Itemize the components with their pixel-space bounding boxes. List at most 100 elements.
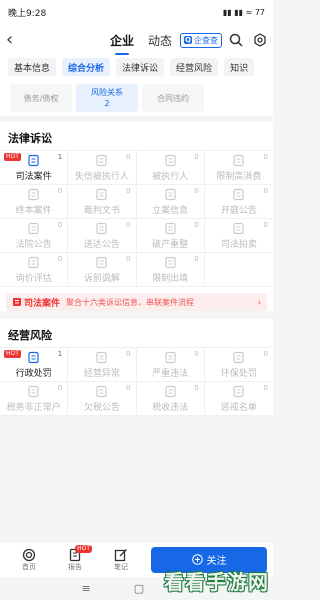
cell-label: 立案信息: [152, 205, 189, 216]
category-icon: [165, 385, 176, 397]
category-icon: [233, 154, 244, 166]
cell-count: 1: [57, 153, 63, 161]
grid-cell[interactable]: 0 失信被执行人: [68, 151, 137, 185]
pencil-icon: [114, 548, 127, 561]
grid-cell[interactable]: 0 限制高消费: [204, 151, 273, 185]
cell-count: 0: [126, 384, 131, 392]
grid-cell[interactable]: 0 开庭公告: [204, 185, 273, 219]
tab-comprehensive[interactable]: 综合分析: [62, 58, 111, 76]
qcc-logo[interactable]: Q 企查查: [180, 32, 222, 48]
category-icon: [96, 222, 107, 234]
legal-grid: HOT 1 司法案件 0 失信被执行人 0 被执行人 0 限制高消费 0 终本案件 0 裁判文书 0 立案信…: [0, 150, 273, 287]
menu-nav-icon[interactable]: ≡: [81, 582, 90, 595]
cell-label: 惩戒名单: [220, 402, 257, 413]
grid-cell[interactable]: 0 询价评估: [0, 253, 69, 287]
tab-dynamics[interactable]: 动态: [148, 32, 172, 49]
category-icon: [233, 188, 244, 200]
search-icon[interactable]: [229, 33, 243, 47]
cell-label: 行政处罚: [15, 368, 52, 379]
grid-cell[interactable]: 0 立案信息: [136, 185, 205, 219]
cell-label: 送达公告: [83, 239, 120, 250]
grid-cell[interactable]: 0 限制出境: [136, 253, 205, 287]
category-icon: [28, 188, 39, 200]
category-icon: [165, 188, 176, 200]
cell-label: 环保处罚: [220, 368, 257, 379]
grid-cell[interactable]: 0 裁判文书: [68, 185, 137, 219]
tab-basic-info[interactable]: 基本信息: [8, 58, 57, 76]
section-title: 经营风险: [8, 329, 52, 342]
qcc-label: 企查查: [193, 35, 218, 45]
risk-grid: HOT 1 行政处罚 0 经营异常 0 严重违法 0 环保处罚 0 税务非正常户 0 欠税公告 0 税收违法…: [0, 347, 273, 416]
cell-count: 0: [126, 153, 131, 161]
cell-count: 0: [263, 187, 268, 195]
grid-cell[interactable]: 0 欠税公告: [68, 382, 137, 416]
cell-count: 0: [263, 221, 268, 229]
case-icon: [13, 298, 21, 306]
hot-badge: HOT: [75, 544, 92, 553]
section-tabs: 基本信息 综合分析 法律诉讼 经营风险 知识: [0, 56, 273, 80]
legal-banner[interactable]: 司法案件 聚合十六类诉讼信息，串联案件流程 ›: [6, 293, 267, 311]
grid-cell[interactable]: HOT 1 行政处罚: [0, 348, 69, 382]
grid-cell[interactable]: 0 税务非正常户: [0, 382, 69, 416]
bottom-home[interactable]: 首页: [6, 548, 52, 572]
bottom-report[interactable]: HOT 报告: [52, 544, 98, 572]
subtab-debt[interactable]: 债务/债权: [10, 84, 72, 112]
cell-count: 0: [194, 384, 199, 392]
tab-ip[interactable]: 知识: [224, 58, 255, 76]
tab-legal[interactable]: 法律诉讼: [116, 58, 165, 76]
cell-count: 0: [263, 153, 268, 161]
subtab-contract[interactable]: 合同违约: [142, 84, 204, 112]
banner-tag-label: 司法案件: [24, 298, 61, 309]
category-icon: [28, 385, 39, 397]
bottom-notes[interactable]: 笔记: [98, 548, 144, 572]
grid-cell[interactable]: 0 环保处罚: [204, 348, 273, 382]
cell-count: 0: [194, 187, 199, 195]
subtab-count: 2: [104, 99, 110, 108]
cell-count: 0: [126, 221, 131, 229]
grid-cell[interactable]: 0 法院公告: [0, 219, 69, 253]
cell-count: 0: [57, 255, 63, 263]
bottom-label: 报告: [68, 562, 82, 571]
grid-cell: [204, 253, 273, 287]
subtab-risk-relation[interactable]: 风险关系 2: [76, 84, 138, 112]
category-icon: [96, 188, 107, 200]
hot-badge: HOT: [4, 153, 21, 161]
banner-desc: 聚合十六类诉讼信息，串联案件流程: [66, 297, 195, 307]
cell-label: 裁判文书: [83, 205, 120, 216]
grid-cell[interactable]: 0 经营异常: [68, 348, 137, 382]
grid-cell[interactable]: 0 严重违法: [136, 348, 205, 382]
grid-cell[interactable]: 0 被执行人: [136, 151, 205, 185]
grid-cell[interactable]: 0 司法拍卖: [204, 219, 273, 253]
cell-count: 0: [126, 187, 131, 195]
status-icons: ▮▮ ▮▮ ≈ 77: [222, 7, 265, 17]
tab-enterprise[interactable]: 企业: [110, 32, 134, 55]
grid-cell[interactable]: 0 惩戒名单: [204, 382, 273, 416]
grid-cell[interactable]: 0 税收违法: [136, 382, 205, 416]
grid-cell[interactable]: 0 诉前调解: [68, 253, 137, 287]
settings-icon[interactable]: [253, 33, 267, 47]
category-icon: [96, 154, 107, 166]
grid-cell[interactable]: 0 送达公告: [68, 219, 137, 253]
risk-section: 经营风险 HOT 1 行政处罚 0 经营异常 0 严重违法 0 环保处罚 0 税务非正常户 0 欠税公告…: [0, 319, 273, 416]
grid-cell[interactable]: HOT 1 司法案件: [0, 151, 69, 185]
tab-risk[interactable]: 经营风险: [170, 58, 219, 76]
header-actions: [229, 33, 267, 47]
category-icon: [233, 351, 244, 363]
cell-count: 0: [126, 255, 131, 263]
grid-cell[interactable]: 0 破产重整: [136, 219, 205, 253]
cell-label: 失信被执行人: [74, 171, 129, 182]
grid-cell[interactable]: 0 终本案件: [0, 185, 69, 219]
cell-count: 0: [57, 384, 63, 392]
bottom-label: 首页: [22, 562, 36, 571]
status-time: 晚上9:28: [8, 8, 47, 19]
category-icon: [96, 351, 107, 363]
cell-count: 0: [194, 153, 199, 161]
home-nav-icon[interactable]: ▢: [134, 582, 144, 595]
status-bar: 晚上9:28 ▮▮ ▮▮ ≈ 77: [0, 0, 273, 24]
header-tabs: 企业 动态: [110, 32, 172, 55]
legal-section: 法律诉讼 HOT 1 司法案件 0 失信被执行人 0 被执行人 0 限制高消费 0 终本案件 0 裁判文…: [0, 122, 273, 311]
cell-label: 诉前调解: [83, 273, 120, 284]
cell-count: 0: [194, 221, 199, 229]
back-icon[interactable]: ‹: [6, 31, 26, 49]
cell-count: 0: [57, 221, 63, 229]
